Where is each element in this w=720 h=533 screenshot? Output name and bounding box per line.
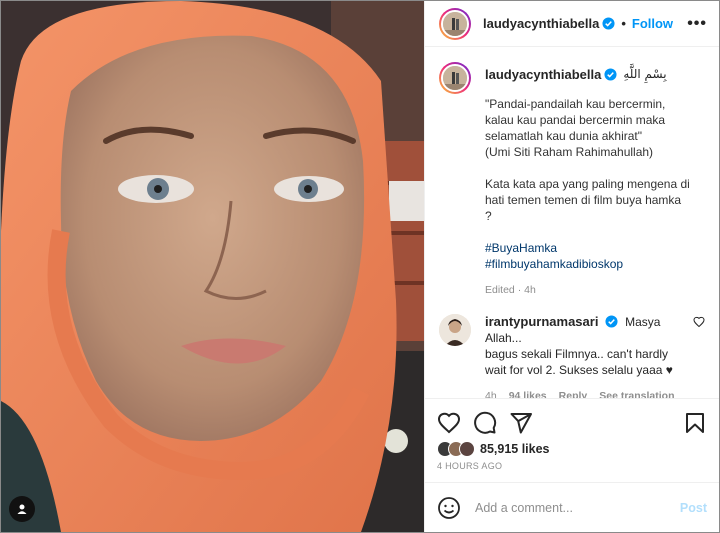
caption-question-line: hati temen temen di film buya hamka <box>485 193 682 207</box>
caption-question-line: ? <box>485 209 492 223</box>
hashtag-link[interactable]: #filmbuyahamkadibioskop <box>485 256 705 272</box>
commenter-avatar[interactable] <box>439 314 471 346</box>
liker-avatars[interactable] <box>437 441 475 457</box>
follow-button[interactable]: Follow <box>632 16 673 31</box>
user-tag-icon[interactable] <box>9 496 35 522</box>
comment-likes[interactable]: 94 likes <box>509 388 547 398</box>
paper-plane-icon[interactable] <box>509 411 533 435</box>
caption-arabic: بِسْمِ اللَّهِ <box>623 67 667 81</box>
post-time-ago: 4 HOURS AGO <box>437 461 503 471</box>
caption: laudyacynthiabella بِسْمِ اللَّهِ "Panda… <box>439 62 705 296</box>
post-actions: 85,915 likes 4 HOURS AGO <box>425 398 719 471</box>
comment-heart-icon[interactable] <box>693 316 705 328</box>
smiley-icon[interactable] <box>437 496 461 520</box>
heart-icon[interactable] <box>437 411 461 435</box>
post-comment-button[interactable]: Post <box>680 501 707 515</box>
caption-quote-line: (Umi Siti Raham Rahimahullah) <box>485 145 654 159</box>
comment-input[interactable] <box>475 500 680 515</box>
see-translation-button[interactable]: See translation <box>599 388 674 398</box>
post-comments-area[interactable]: laudyacynthiabella بِسْمِ اللَّهِ "Panda… <box>425 48 719 398</box>
comment-reply-button[interactable]: Reply <box>559 388 588 398</box>
hashtag-link[interactable]: #BuyaHamka <box>485 240 705 256</box>
caption-username[interactable]: laudyacynthiabella <box>485 67 601 82</box>
post-header: laudyacynthiabella • Follow ••• <box>425 1 719 47</box>
commenter-username[interactable]: irantypurnamasari <box>485 314 598 329</box>
instagram-post-modal: laudyacynthiabella • Follow ••• laudyacy… <box>0 0 720 533</box>
verified-badge-icon <box>604 67 617 81</box>
author-avatar[interactable] <box>439 7 471 40</box>
separator-dot: • <box>621 16 626 31</box>
caption-author-avatar[interactable] <box>439 62 471 94</box>
caption-quote-line: "Pandai-pandailah kau bercermin, <box>485 97 666 111</box>
caption-quote-line: kalau kau pandai bercermin maka <box>485 113 666 127</box>
more-options-button[interactable]: ••• <box>687 15 707 33</box>
caption-question-line: Kata kata apa yang paling mengena di <box>485 177 690 191</box>
verified-badge-icon <box>602 17 615 30</box>
comment-text: bagus sekali Filmnya.. can't hardly wait… <box>485 347 673 377</box>
comment-item: irantypurnamasari Masya Allah... bagus s… <box>439 314 705 398</box>
post-photo[interactable] <box>1 1 424 532</box>
bookmark-icon[interactable] <box>683 411 707 435</box>
comment-bubble-icon[interactable] <box>473 411 497 435</box>
add-comment-bar: Post <box>425 482 719 532</box>
verified-badge-icon <box>605 315 618 328</box>
post-side-panel: laudyacynthiabella • Follow ••• laudyacy… <box>424 1 719 532</box>
comment-time: 4h <box>485 390 497 398</box>
selfie-photo <box>1 1 424 532</box>
author-username[interactable]: laudyacynthiabella <box>483 16 599 31</box>
edited-timestamp: Edited · 4h <box>485 284 536 296</box>
likes-count[interactable]: 85,915 likes <box>480 442 550 456</box>
caption-quote-line: selamatlah kau dunia akhirat" <box>485 129 643 143</box>
